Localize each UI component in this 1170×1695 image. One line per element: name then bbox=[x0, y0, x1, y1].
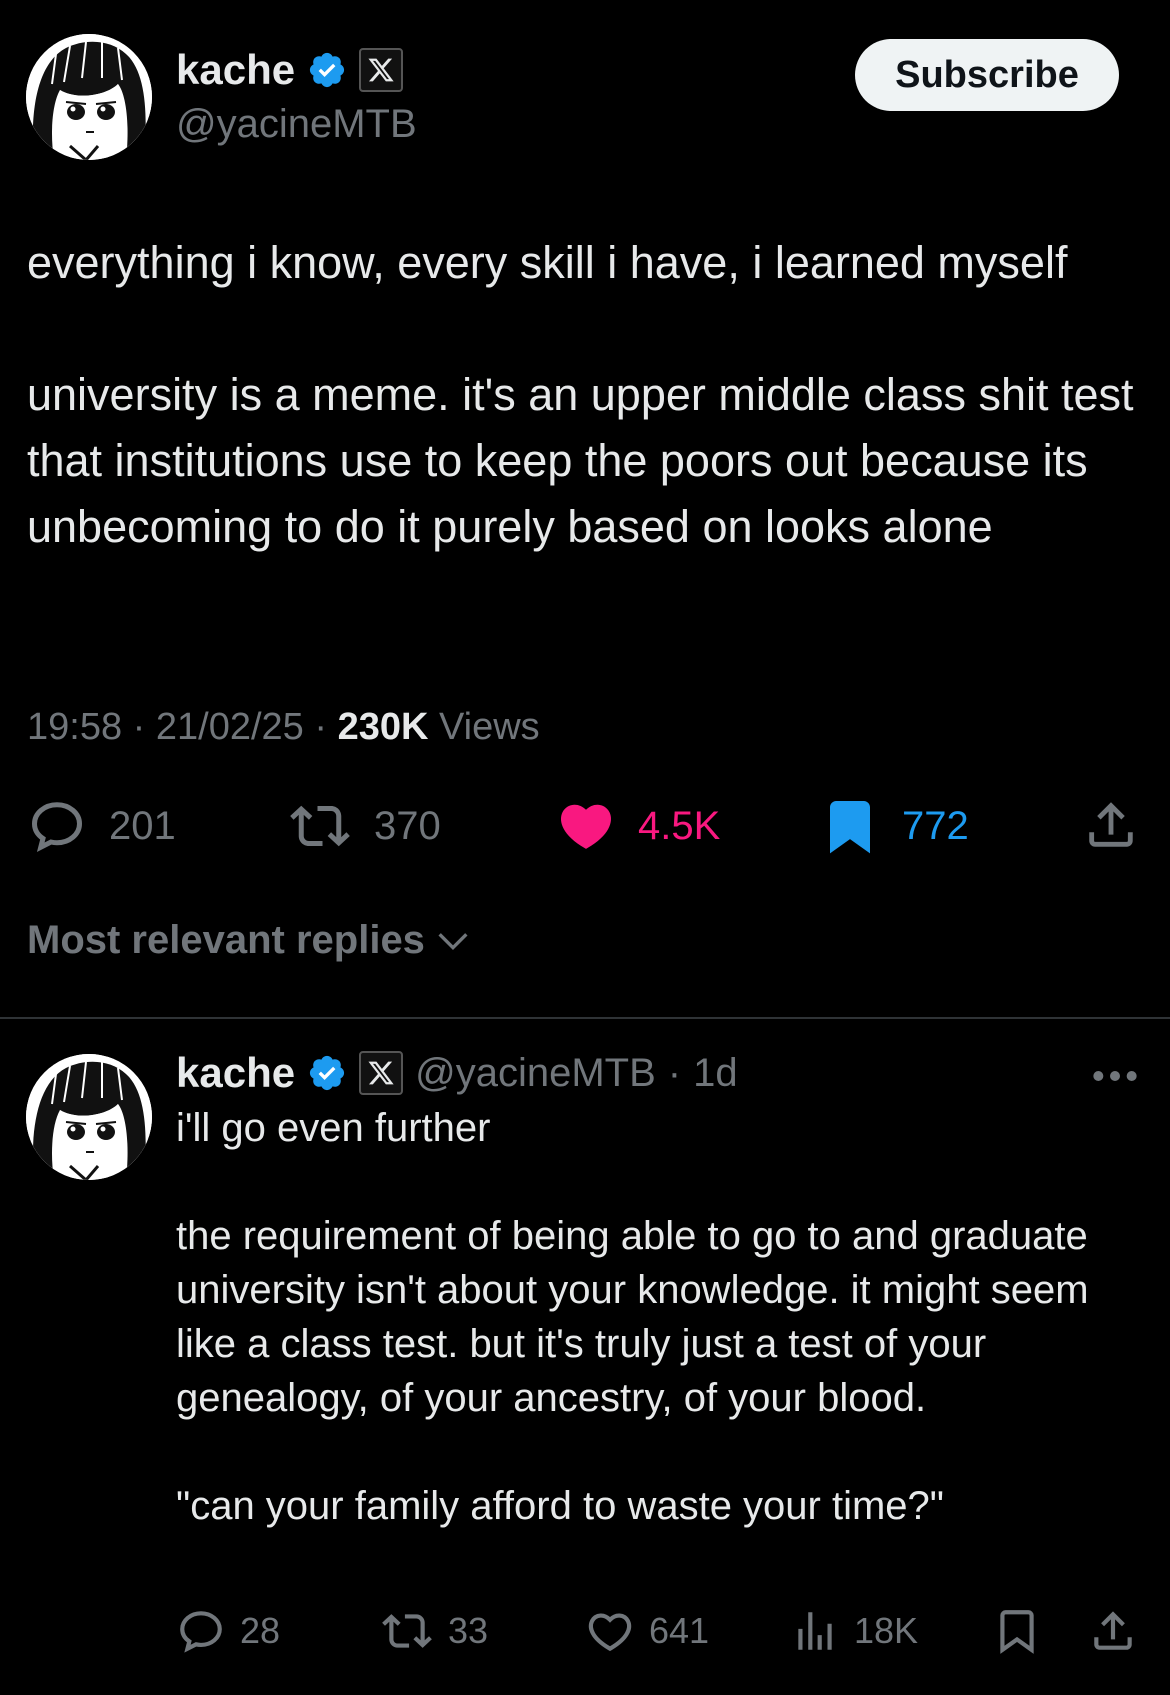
x-logo-icon bbox=[359, 1051, 404, 1095]
chevron-down-icon bbox=[438, 932, 468, 950]
share-icon bbox=[1094, 1611, 1132, 1650]
tweet-text: everything i know, every skill i have, i… bbox=[27, 230, 1147, 560]
bookmark-outline-icon bbox=[1000, 1610, 1034, 1654]
bookmark-action[interactable]: 772 bbox=[820, 796, 969, 856]
author-handle[interactable]: @yacineMTB bbox=[176, 102, 417, 147]
share-icon bbox=[1089, 802, 1133, 847]
tweet-date[interactable]: 21/02/25 bbox=[156, 706, 304, 748]
subscribe-button[interactable]: Subscribe bbox=[855, 39, 1119, 111]
author-display-name[interactable]: kache bbox=[176, 46, 295, 94]
share-button[interactable] bbox=[1082, 796, 1140, 854]
author-name-row: kache bbox=[176, 46, 404, 94]
like-count: 4.5K bbox=[638, 803, 721, 848]
reply-text-quote: "can your family afford to waste your ti… bbox=[176, 1484, 944, 1528]
reply-retweet-action[interactable]: 33 bbox=[380, 1606, 488, 1656]
heart-filled-icon bbox=[560, 804, 612, 849]
bookmark-count: 772 bbox=[902, 803, 969, 848]
verified-badge-icon[interactable] bbox=[307, 50, 347, 90]
reply-action[interactable]: 201 bbox=[27, 796, 176, 856]
reply-icon bbox=[31, 802, 83, 853]
reply-views-count: 18K bbox=[854, 1610, 919, 1651]
reply-retweet-count: 33 bbox=[448, 1610, 489, 1651]
verified-badge-icon[interactable] bbox=[307, 1053, 347, 1093]
tweet-time[interactable]: 19:58 bbox=[27, 706, 122, 748]
tweet-text-line: everything i know, every skill i have, i… bbox=[27, 237, 1068, 288]
like-action[interactable]: 4.5K bbox=[556, 796, 720, 856]
retweet-icon bbox=[290, 805, 350, 847]
reply-count: 201 bbox=[109, 803, 176, 848]
replies-sort-label: Most relevant replies bbox=[27, 918, 425, 962]
author-avatar[interactable] bbox=[26, 34, 152, 160]
more-horizontal-icon bbox=[1093, 1071, 1137, 1081]
reply-like-action[interactable]: 641 bbox=[585, 1606, 709, 1656]
tweet-text-paragraph: university is a meme. it's an upper midd… bbox=[27, 369, 1134, 552]
views-label: Views bbox=[438, 706, 540, 748]
reply-author-handle[interactable]: @yacineMTB bbox=[415, 1051, 656, 1096]
reply-bookmark-button[interactable] bbox=[992, 1606, 1042, 1656]
reply-reply-action[interactable]: 28 bbox=[176, 1606, 280, 1656]
divider bbox=[0, 1017, 1170, 1019]
reply-icon bbox=[180, 1611, 222, 1653]
reply-author-avatar[interactable] bbox=[26, 1054, 152, 1180]
retweet-action[interactable]: 370 bbox=[288, 796, 441, 856]
separator: · bbox=[667, 1050, 682, 1095]
reply-reply-count: 28 bbox=[240, 1610, 281, 1651]
retweet-icon bbox=[382, 1614, 432, 1648]
reply-author-name[interactable]: kache bbox=[176, 1049, 295, 1097]
reply-text-line: i'll go even further bbox=[176, 1106, 491, 1150]
bookmark-filled-icon bbox=[830, 801, 870, 854]
retweet-count: 370 bbox=[374, 803, 441, 848]
reply-share-button[interactable] bbox=[1088, 1606, 1138, 1656]
views-count: 230K bbox=[337, 706, 429, 748]
tweet-meta: 19:58 · 21/02/25 · 230K Views bbox=[27, 706, 540, 749]
heart-outline-icon bbox=[588, 1613, 632, 1652]
reply-views-action[interactable]: 18K bbox=[790, 1606, 918, 1656]
separator: · bbox=[132, 706, 146, 748]
reply-text: i'll go even further the requirement of … bbox=[176, 1101, 1136, 1533]
reply-text-paragraph: the requirement of being able to go to a… bbox=[176, 1214, 1089, 1420]
reply-author-row: kache @yacineMTB · 1d bbox=[176, 1049, 738, 1097]
more-options-button[interactable] bbox=[1090, 1056, 1140, 1101]
replies-sort-dropdown[interactable]: Most relevant replies bbox=[27, 918, 473, 963]
reply-age[interactable]: 1d bbox=[693, 1051, 738, 1096]
analytics-icon bbox=[798, 1612, 832, 1650]
separator: · bbox=[314, 706, 328, 748]
x-logo-icon bbox=[359, 48, 404, 92]
reply-like-count: 641 bbox=[649, 1610, 710, 1651]
